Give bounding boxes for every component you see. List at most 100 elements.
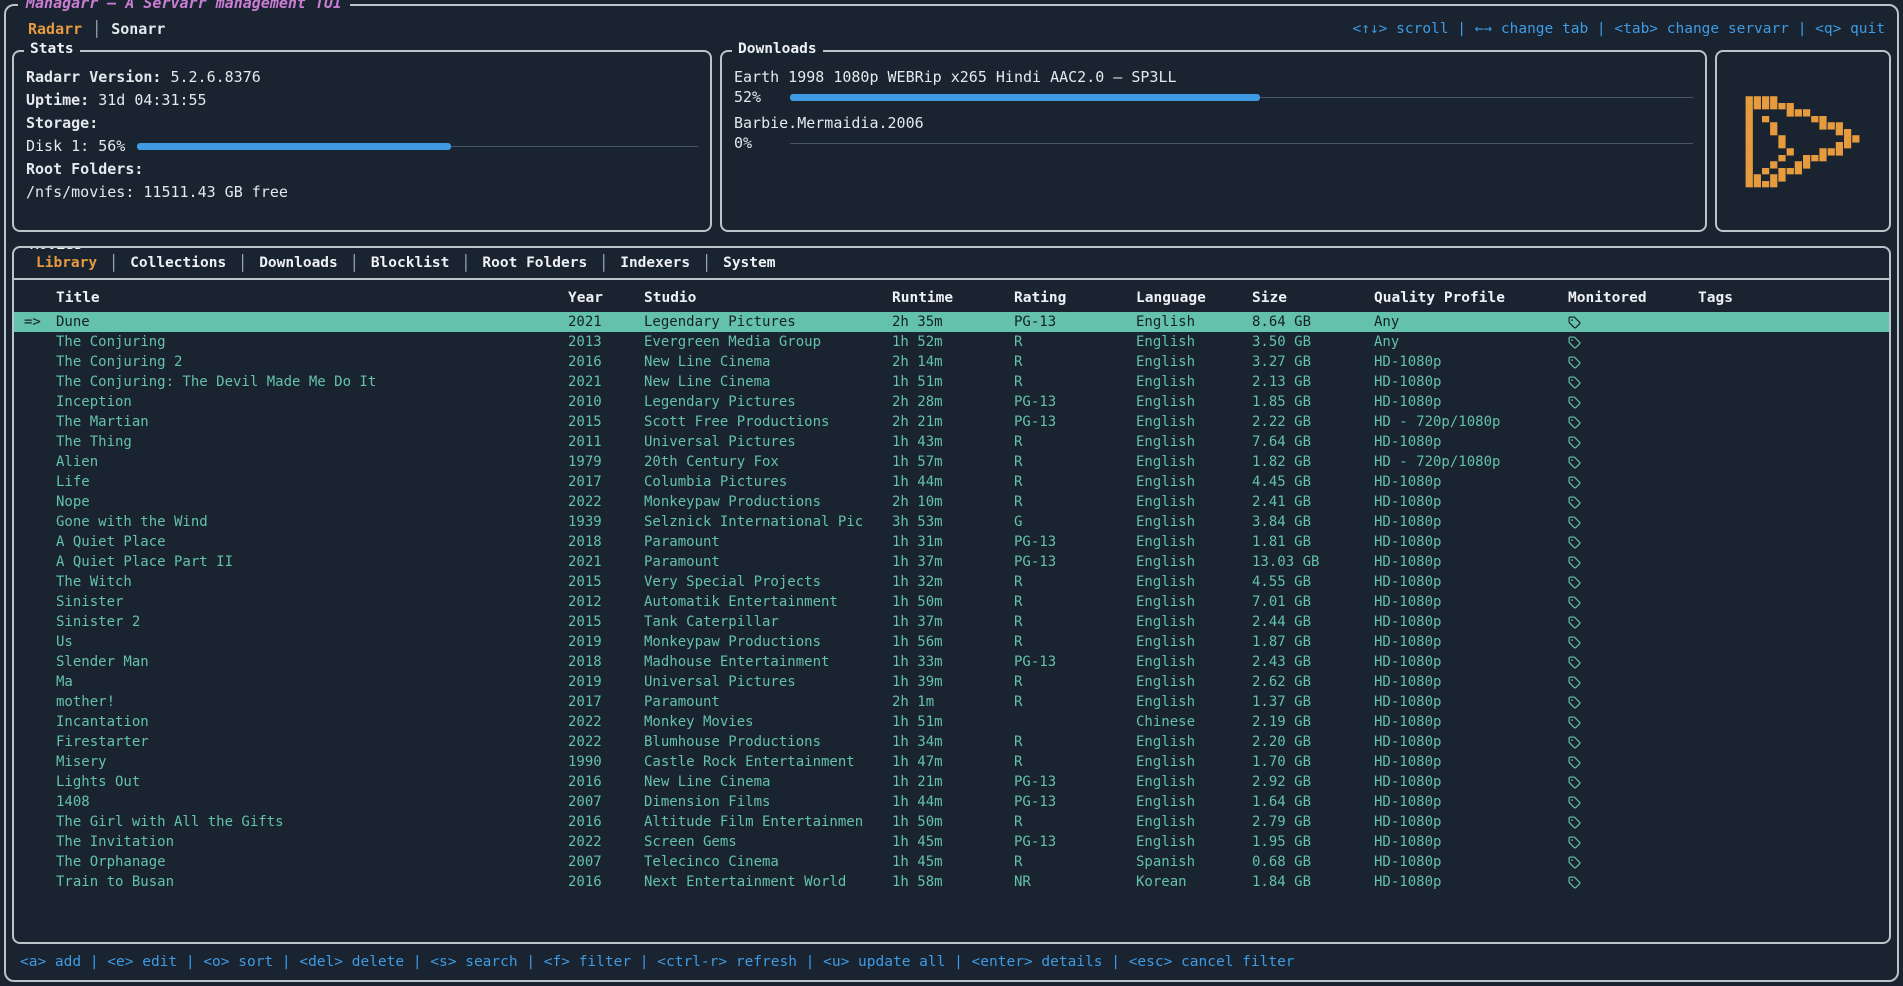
- table-row[interactable]: The Witch 2015 Very Special Projects 1h …: [14, 572, 1889, 592]
- column-header-quality-profile[interactable]: Quality Profile: [1374, 290, 1568, 306]
- servarr-tab-radarr[interactable]: Radarr: [18, 20, 92, 38]
- downloads-panel-title: Downloads: [732, 41, 823, 57]
- cell-monitored: [1568, 716, 1698, 729]
- cell-year: 2021: [568, 554, 644, 570]
- table-row[interactable]: Firestarter 2022 Blumhouse Productions 1…: [14, 732, 1889, 752]
- column-header-year[interactable]: Year: [568, 290, 644, 306]
- cell-rating: PG-13: [1014, 794, 1136, 810]
- table-row[interactable]: Alien 1979 20th Century Fox 1h 57m R Eng…: [14, 452, 1889, 472]
- table-row[interactable]: The Thing 2011 Universal Pictures 1h 43m…: [14, 432, 1889, 452]
- table-row[interactable]: A Quiet Place 2018 Paramount 1h 31m PG-1…: [14, 532, 1889, 552]
- column-header-tags[interactable]: Tags: [1698, 290, 1879, 306]
- cell-title: Inception: [56, 394, 568, 410]
- cell-monitored: [1568, 796, 1698, 809]
- cell-year: 2017: [568, 694, 644, 710]
- cell-studio: Monkeypaw Productions: [644, 634, 892, 650]
- tab-root-folders[interactable]: Root Folders: [470, 255, 599, 271]
- cell-language: English: [1136, 394, 1252, 410]
- cell-title: mother!: [56, 694, 568, 710]
- cell-quality-profile: HD-1080p: [1374, 354, 1568, 370]
- table-row[interactable]: Gone with the Wind 1939 Selznick Interna…: [14, 512, 1889, 532]
- servarr-tabs: Radarr│Sonarr: [18, 20, 175, 38]
- table-row[interactable]: => Dune 2021 Legendary Pictures 2h 35m P…: [14, 312, 1889, 332]
- table-row[interactable]: mother! 2017 Paramount 2h 1m R English 1…: [14, 692, 1889, 712]
- column-header-size[interactable]: Size: [1252, 290, 1374, 306]
- tab-system[interactable]: System: [711, 255, 787, 271]
- column-header-runtime[interactable]: Runtime: [892, 290, 1014, 306]
- tab-separator: │: [599, 254, 608, 272]
- table-row[interactable]: The Girl with All the Gifts 2016 Altitud…: [14, 812, 1889, 832]
- cell-quality-profile: HD-1080p: [1374, 514, 1568, 530]
- table-row[interactable]: Misery 1990 Castle Rock Entertainment 1h…: [14, 752, 1889, 772]
- cell-runtime: 1h 39m: [892, 674, 1014, 690]
- cell-monitored: [1568, 816, 1698, 829]
- cell-language: English: [1136, 614, 1252, 630]
- cell-size: 2.20 GB: [1252, 734, 1374, 750]
- cell-language: English: [1136, 514, 1252, 530]
- uptime-value: 31d 04:31:55: [98, 89, 206, 112]
- monitored-tag-icon: [1568, 796, 1581, 809]
- cell-studio: 20th Century Fox: [644, 454, 892, 470]
- cell-title: The Witch: [56, 574, 568, 590]
- monitored-tag-icon: [1568, 836, 1581, 849]
- cell-quality-profile: HD-1080p: [1374, 694, 1568, 710]
- cell-language: English: [1136, 454, 1252, 470]
- uptime-line: Uptime: 31d 04:31:55: [26, 89, 698, 112]
- cell-studio: New Line Cinema: [644, 774, 892, 790]
- table-row[interactable]: Ma 2019 Universal Pictures 1h 39m R Engl…: [14, 672, 1889, 692]
- tab-collections[interactable]: Collections: [118, 255, 238, 271]
- table-row[interactable]: Inception 2010 Legendary Pictures 2h 28m…: [14, 392, 1889, 412]
- cell-monitored: [1568, 336, 1698, 349]
- table-row[interactable]: Life 2017 Columbia Pictures 1h 44m R Eng…: [14, 472, 1889, 492]
- tab-downloads[interactable]: Downloads: [247, 255, 350, 271]
- column-header-monitored[interactable]: Monitored: [1568, 290, 1698, 306]
- monitored-tag-icon: [1568, 636, 1581, 649]
- cell-rating: PG-13: [1014, 554, 1136, 570]
- table-row[interactable]: Sinister 2012 Automatik Entertainment 1h…: [14, 592, 1889, 612]
- table-row[interactable]: The Invitation 2022 Screen Gems 1h 45m P…: [14, 832, 1889, 852]
- servarr-tab-sonarr[interactable]: Sonarr: [101, 20, 175, 38]
- disk-usage-label: Disk 1: 56%: [26, 135, 125, 158]
- cell-year: 2015: [568, 574, 644, 590]
- cell-runtime: 1h 32m: [892, 574, 1014, 590]
- cell-runtime: 1h 57m: [892, 454, 1014, 470]
- table-row[interactable]: The Orphanage 2007 Telecinco Cinema 1h 4…: [14, 852, 1889, 872]
- column-header-title[interactable]: Title: [56, 290, 568, 306]
- cell-rating: PG-13: [1014, 314, 1136, 330]
- cell-language: English: [1136, 734, 1252, 750]
- cell-runtime: 2h 28m: [892, 394, 1014, 410]
- cell-rating: R: [1014, 374, 1136, 390]
- table-row[interactable]: Train to Busan 2016 Next Entertainment W…: [14, 872, 1889, 892]
- movies-panel: Movies Library│Collections│Downloads│Blo…: [12, 246, 1891, 944]
- table-row[interactable]: Lights Out 2016 New Line Cinema 1h 21m P…: [14, 772, 1889, 792]
- table-row[interactable]: The Martian 2015 Scott Free Productions …: [14, 412, 1889, 432]
- tab-blocklist[interactable]: Blocklist: [359, 255, 462, 271]
- table-row[interactable]: A Quiet Place Part II 2021 Paramount 1h …: [14, 552, 1889, 572]
- table-row[interactable]: Us 2019 Monkeypaw Productions 1h 56m R E…: [14, 632, 1889, 652]
- tab-indexers[interactable]: Indexers: [608, 255, 702, 271]
- cell-quality-profile: HD - 720p/1080p: [1374, 454, 1568, 470]
- cell-runtime: 1h 44m: [892, 794, 1014, 810]
- cell-rating: R: [1014, 694, 1136, 710]
- cell-quality-profile: HD-1080p: [1374, 494, 1568, 510]
- tab-library[interactable]: Library: [24, 255, 109, 271]
- table-row[interactable]: The Conjuring 2013 Evergreen Media Group…: [14, 332, 1889, 352]
- table-row[interactable]: The Conjuring 2 2016 New Line Cinema 2h …: [14, 352, 1889, 372]
- table-row[interactable]: Nope 2022 Monkeypaw Productions 2h 10m R…: [14, 492, 1889, 512]
- table-row[interactable]: 1408 2007 Dimension Films 1h 44m PG-13 E…: [14, 792, 1889, 812]
- cell-monitored: [1568, 556, 1698, 569]
- table-row[interactable]: Slender Man 2018 Madhouse Entertainment …: [14, 652, 1889, 672]
- table-row[interactable]: The Conjuring: The Devil Made Me Do It 2…: [14, 372, 1889, 392]
- cell-studio: Paramount: [644, 554, 892, 570]
- cell-quality-profile: HD-1080p: [1374, 734, 1568, 750]
- column-header-language[interactable]: Language: [1136, 290, 1252, 306]
- table-row[interactable]: Incantation 2022 Monkey Movies 1h 51m Ch…: [14, 712, 1889, 732]
- monitored-tag-icon: [1568, 516, 1581, 529]
- cell-runtime: 1h 50m: [892, 814, 1014, 830]
- column-header-studio[interactable]: Studio: [644, 290, 892, 306]
- cell-runtime: 2h 35m: [892, 314, 1014, 330]
- column-header-rating[interactable]: Rating: [1014, 290, 1136, 306]
- table-row[interactable]: Sinister 2 2015 Tank Caterpillar 1h 37m …: [14, 612, 1889, 632]
- cell-runtime: 1h 45m: [892, 854, 1014, 870]
- monitored-tag-icon: [1568, 496, 1581, 509]
